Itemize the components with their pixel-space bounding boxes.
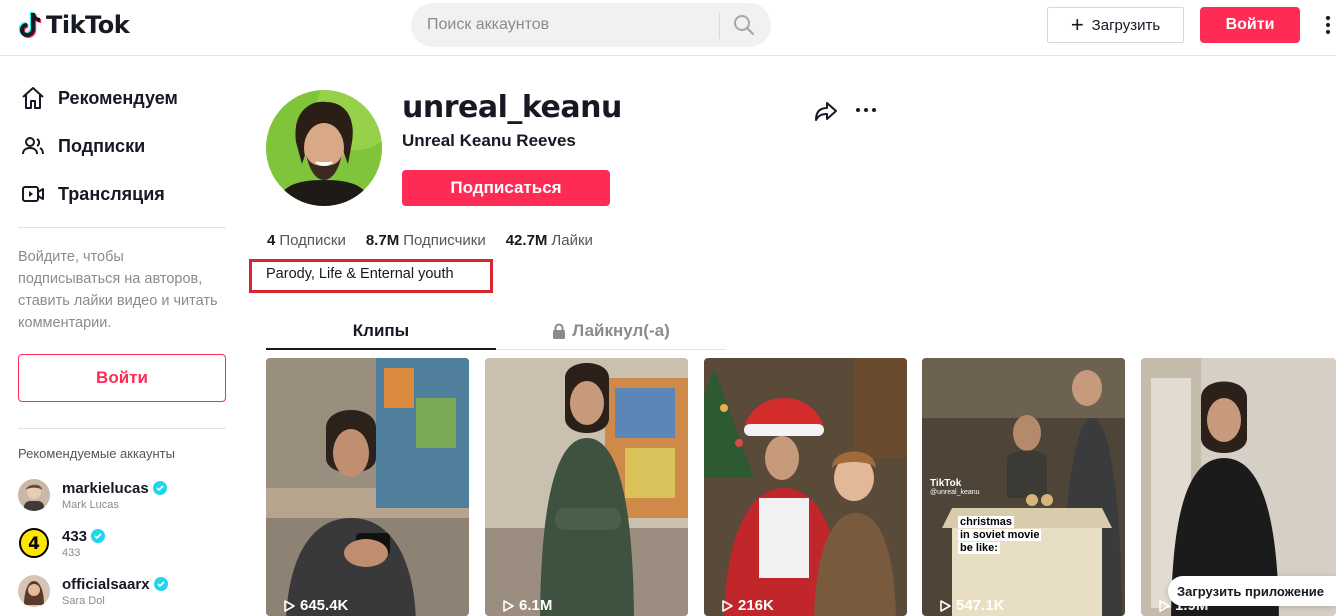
account-username: markielucas — [62, 479, 149, 497]
stat-value: 42.7M — [505, 232, 548, 249]
stat-value: 8.7M — [365, 232, 400, 249]
sidebar: Рекомендуем Подписки Трансляция Войдите,… — [0, 56, 248, 616]
play-icon — [503, 599, 514, 612]
verified-badge-icon — [153, 577, 168, 591]
search-button[interactable] — [729, 10, 759, 40]
stat-following[interactable]: 4 Подписки — [267, 232, 346, 249]
video-thumbnail — [266, 358, 469, 616]
stat-label: Подписки — [279, 232, 346, 249]
active-tab-indicator — [266, 348, 496, 350]
caption-line: be like: — [958, 542, 1000, 554]
profile-stats: 4 Подписки 8.7M Подписчики 42.7M Лайки — [267, 232, 593, 249]
video-thumbnail — [485, 358, 688, 616]
login-prompt-text: Войдите, чтобы подписываться на авторов,… — [18, 249, 218, 331]
view-count: 6.1M — [501, 597, 552, 614]
stat-likes: 42.7M Лайки — [506, 232, 593, 249]
sidebar-item-label: Рекомендуем — [58, 87, 178, 108]
play-icon — [940, 599, 951, 612]
get-app-button[interactable]: Загрузить приложение — [1168, 576, 1336, 606]
view-count-value: 216K — [738, 597, 774, 614]
search-input[interactable] — [427, 3, 707, 47]
upload-button[interactable]: + Загрузить — [1047, 7, 1184, 43]
recommended-accounts-title: Рекомендуемые аккаунты — [18, 446, 175, 461]
sidebar-login-button[interactable]: Войти — [18, 354, 226, 402]
avatar — [18, 575, 50, 607]
tiktok-logo[interactable]: TikTok — [18, 11, 130, 39]
recommended-account-item[interactable]: markielucas Mark Lucas — [18, 479, 167, 511]
profile-tabs: Клипы Лайкнул(-а) — [266, 312, 726, 350]
profile-username: unreal_keanu — [402, 90, 622, 125]
view-count-value: 547.1K — [956, 597, 1005, 614]
view-count: 216K — [720, 597, 774, 614]
view-count: 547.1K — [938, 597, 1004, 614]
search-icon — [734, 15, 755, 36]
verified-badge-icon — [152, 481, 167, 495]
top-header: TikTok + Загрузить Войти — [0, 0, 1336, 56]
view-count-value: 6.1M — [519, 597, 553, 614]
avatar — [18, 479, 50, 511]
sidebar-item-label: Трансляция — [58, 183, 165, 204]
account-display-name: Sara Dol — [62, 594, 105, 607]
profile-avatar[interactable] — [266, 90, 382, 206]
tab-label: Клипы — [352, 321, 410, 340]
play-icon — [1159, 599, 1170, 612]
sidebar-item-recommended[interactable]: Рекомендуем — [20, 85, 178, 111]
account-display-name: Mark Lucas — [62, 498, 119, 511]
caption-line: in soviet movie — [958, 529, 1042, 541]
search-divider — [719, 13, 720, 39]
watermark-handle: @unreal_keanu — [930, 489, 980, 496]
account-username: officialsaarx — [62, 575, 150, 593]
sidebar-divider — [18, 227, 226, 228]
stat-followers[interactable]: 8.7M Подписчики — [366, 232, 486, 249]
watermark-text: TikTok — [930, 478, 962, 489]
tiktok-watermark: TikTok @unreal_keanu — [930, 478, 980, 496]
search-bar — [411, 3, 771, 47]
video-card[interactable]: 216K — [704, 358, 907, 616]
profile-more-icon[interactable] — [853, 99, 879, 121]
live-icon — [22, 186, 44, 202]
plus-icon: + — [1070, 12, 1084, 37]
stat-label: Лайки — [551, 232, 593, 249]
video-card[interactable]: 6.1M — [485, 358, 688, 616]
tiktok-note-icon — [18, 12, 42, 38]
recommended-account-item[interactable]: officialsaarx Sara Dol — [18, 575, 168, 607]
view-count-value: 645.4K — [300, 597, 349, 614]
follow-button[interactable]: Подписаться — [402, 170, 610, 206]
tab-clips[interactable]: Клипы — [266, 312, 496, 350]
home-icon — [22, 87, 44, 109]
stat-value: 4 — [267, 232, 276, 249]
video-caption-overlay: christmas in soviet movie be like: — [958, 516, 1048, 555]
account-username: 433 — [62, 527, 88, 545]
video-card[interactable]: 645.4K — [266, 358, 469, 616]
sidebar-item-live[interactable]: Трансляция — [20, 181, 165, 207]
profile-display-name: Unreal Keanu Reeves — [402, 131, 576, 150]
profile-bio: Parody, Life & Enternal youth — [266, 266, 454, 282]
sidebar-divider — [18, 428, 226, 429]
verified-badge-icon — [91, 529, 106, 543]
svg-text:4: 4 — [28, 534, 40, 554]
tab-divider — [496, 349, 726, 350]
avatar: 4 — [18, 527, 50, 559]
header-more-menu-icon[interactable] — [1320, 12, 1336, 38]
video-thumbnail — [704, 358, 907, 616]
sidebar-item-label: Подписки — [58, 135, 146, 156]
recommended-account-item[interactable]: 4 433 433 — [18, 527, 106, 559]
tab-label: Лайкнул(-а) — [572, 321, 670, 340]
logo-wordmark: TikTok — [46, 11, 130, 39]
account-display-name: 433 — [62, 546, 81, 559]
stat-label: Подписчики — [403, 232, 486, 249]
share-icon[interactable] — [812, 97, 840, 125]
lock-icon — [553, 323, 566, 339]
view-count: 645.4K — [282, 597, 348, 614]
play-icon — [284, 599, 295, 612]
upload-label: Загрузить — [1091, 16, 1161, 34]
header-login-button[interactable]: Войти — [1200, 7, 1300, 43]
sidebar-item-following[interactable]: Подписки — [20, 133, 145, 159]
tab-liked[interactable]: Лайкнул(-а) — [496, 312, 726, 350]
users-icon — [22, 137, 44, 155]
video-card[interactable]: TikTok @unreal_keanu christmas in soviet … — [922, 358, 1125, 616]
caption-line: christmas — [958, 516, 1014, 528]
play-icon — [722, 599, 733, 612]
